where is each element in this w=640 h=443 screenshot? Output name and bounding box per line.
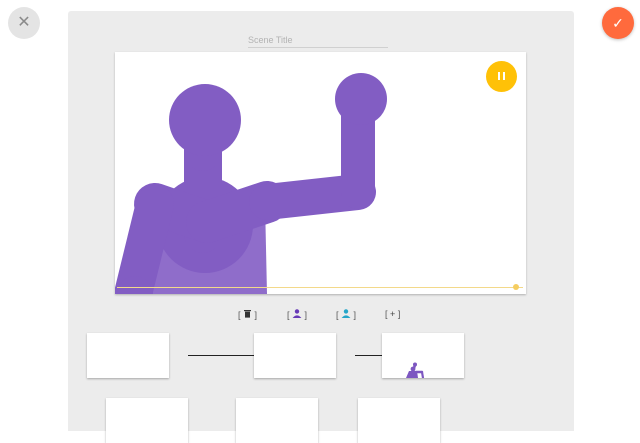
timeline-track[interactable] bbox=[117, 287, 523, 288]
frame-thumbnail[interactable] bbox=[254, 333, 336, 378]
close-button[interactable]: ✕ bbox=[8, 7, 40, 39]
check-icon: ✓ bbox=[612, 15, 624, 31]
editor-panel: [ ] [ ] [ ] [ + ] bbox=[68, 11, 574, 443]
trash-icon bbox=[244, 310, 252, 318]
frame-connector bbox=[355, 355, 382, 356]
person-icon bbox=[341, 309, 351, 318]
add-purple-figure-button[interactable]: [ ] bbox=[287, 309, 307, 320]
frame-thumbnail[interactable] bbox=[87, 333, 169, 378]
frame-thumbnail[interactable] bbox=[106, 398, 188, 443]
animation-stage[interactable] bbox=[115, 52, 526, 294]
person-icon bbox=[292, 309, 302, 318]
frame-figure-preview bbox=[406, 362, 425, 378]
scene-title-input[interactable] bbox=[248, 32, 388, 48]
timeline-handle[interactable] bbox=[513, 284, 519, 290]
frame-thumbnail-current[interactable] bbox=[382, 333, 464, 378]
delete-frame-button[interactable]: [ ] bbox=[238, 309, 257, 320]
add-frame-button[interactable]: [ + ] bbox=[385, 309, 400, 320]
frame-thumbnail[interactable] bbox=[358, 398, 440, 443]
close-icon: ✕ bbox=[17, 14, 31, 31]
stick-figure bbox=[115, 73, 387, 294]
add-teal-figure-button[interactable]: [ ] bbox=[336, 309, 356, 320]
pause-button[interactable] bbox=[486, 61, 517, 92]
plus-icon: + bbox=[390, 309, 396, 319]
frame-thumbnail[interactable] bbox=[236, 398, 318, 443]
frame-connector bbox=[188, 355, 254, 356]
pause-icon bbox=[498, 72, 500, 80]
confirm-button[interactable]: ✓ bbox=[602, 7, 634, 39]
